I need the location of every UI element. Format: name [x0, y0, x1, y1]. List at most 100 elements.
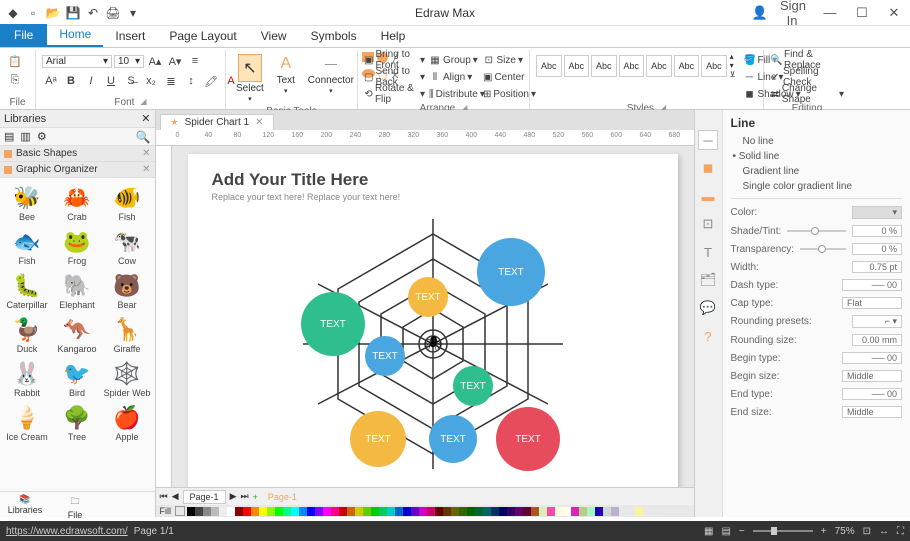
zoom-in-icon[interactable]: + [821, 526, 827, 537]
color-swatch[interactable] [539, 507, 547, 516]
color-swatch[interactable] [363, 507, 371, 516]
shape-elephant[interactable]: 🐘Elephant [52, 270, 102, 314]
lib-list-icon[interactable]: ▤ [4, 130, 14, 143]
font-style-icon[interactable]: Aᵃ [42, 72, 60, 90]
round-size-value[interactable]: 0.00 mm [852, 334, 902, 346]
color-swatch[interactable] [523, 507, 531, 516]
color-swatch[interactable] [195, 507, 203, 516]
page-nav-prev-icon[interactable]: ◀ [172, 491, 179, 502]
center-btn[interactable]: ▣Center [483, 69, 523, 85]
font-size-select[interactable]: 10▾ [114, 55, 144, 68]
color-swatch[interactable] [331, 507, 339, 516]
tab-page-layout[interactable]: Page Layout [157, 26, 248, 47]
rtab-shadow-icon[interactable]: ▬ [698, 186, 718, 206]
bold-icon[interactable]: B [62, 72, 80, 90]
maximize-icon[interactable]: ☐ [850, 5, 874, 21]
color-swatch[interactable] [475, 507, 483, 516]
color-swatch[interactable] [467, 507, 475, 516]
color-swatch[interactable] [435, 507, 443, 516]
style-gallery[interactable]: Abc Abc Abc Abc Abc Abc Abc [536, 55, 727, 77]
shape-bee[interactable]: 🐝Bee [2, 182, 52, 226]
font-dialog-icon[interactable]: ◢ [140, 97, 146, 108]
color-swatch[interactable] [267, 507, 275, 516]
fit-page-icon[interactable]: ⊡ [863, 526, 871, 537]
tab-home[interactable]: Home [47, 24, 103, 47]
color-swatch[interactable] [347, 507, 355, 516]
tab-help[interactable]: Help [369, 26, 418, 47]
color-swatch[interactable] [579, 507, 587, 516]
page-tab-1[interactable]: Page-1 [183, 490, 226, 504]
chart-title[interactable]: Add Your Title Here [212, 170, 654, 190]
begin-size-value[interactable]: Middle [842, 370, 902, 382]
shape-fish[interactable]: 🐠Fish [102, 182, 152, 226]
libraries-close-icon[interactable]: ✕ [141, 112, 150, 125]
color-swatch[interactable] [635, 507, 643, 516]
color-swatch[interactable] [283, 507, 291, 516]
app-icon[interactable]: ◆ [4, 4, 22, 22]
page-new-tab[interactable]: Page-1 [262, 491, 303, 503]
color-swatch[interactable] [587, 507, 595, 516]
color-swatch[interactable] [563, 507, 571, 516]
color-swatch[interactable] [571, 507, 579, 516]
color-swatch[interactable] [323, 507, 331, 516]
color-swatch[interactable] [603, 507, 611, 516]
zoom-out-icon[interactable]: − [739, 526, 745, 537]
color-swatch[interactable] [291, 507, 299, 516]
underline-icon[interactable]: U [102, 72, 120, 90]
italic-icon[interactable]: I [82, 72, 100, 90]
color-swatch[interactable] [611, 507, 619, 516]
zoom-slider[interactable] [753, 530, 813, 532]
color-swatch[interactable] [219, 507, 227, 516]
color-swatch[interactable] [307, 507, 315, 516]
undo-icon[interactable]: ↶ [84, 4, 102, 22]
shape-spider-web[interactable]: 🕸️Spider Web [102, 358, 152, 402]
user-icon[interactable]: 👤 [748, 5, 772, 21]
color-swatch[interactable] [259, 507, 267, 516]
open-icon[interactable]: 📂 [44, 4, 62, 22]
sign-in-link[interactable]: Sign In [780, 0, 804, 28]
color-swatch[interactable] [555, 507, 563, 516]
color-swatch[interactable] [459, 507, 467, 516]
rtab-comment-icon[interactable]: 💬 [698, 298, 718, 318]
shape-bird[interactable]: 🐦Bird [52, 358, 102, 402]
group-btn[interactable]: ▦Group ▾ [429, 52, 479, 68]
color-swatch[interactable] [251, 507, 259, 516]
shape-tree[interactable]: 🌳Tree [52, 402, 102, 446]
page-add-icon[interactable]: + [253, 492, 258, 502]
close-icon[interactable]: ✕ [882, 5, 906, 21]
end-size-value[interactable]: Middle [842, 406, 902, 418]
round-preset[interactable]: ⌐ ▾ [852, 315, 902, 328]
color-swatch[interactable] [411, 507, 419, 516]
view-mode-1-icon[interactable]: ▦ [704, 526, 713, 537]
begin-type-value[interactable]: ── 00 [842, 352, 902, 364]
chart-subtitle[interactable]: Replace your text here! Replace your tex… [212, 192, 654, 202]
lib-category-basic[interactable]: Basic Shapes✕ [0, 146, 155, 162]
subscript-icon[interactable]: x₂ [142, 72, 160, 90]
doc-close-icon[interactable]: ✕ [255, 117, 263, 128]
align-set-icon[interactable]: ≡ [186, 52, 204, 70]
shape-crab[interactable]: 🦀Crab [52, 182, 102, 226]
page-nav-first-icon[interactable]: ⏮ [160, 491, 168, 502]
color-swatch[interactable] [451, 507, 459, 516]
connector-tool[interactable]: ⏤Connector▾ [304, 52, 358, 97]
size-btn[interactable]: ⊡Size ▾ [483, 52, 523, 68]
shape-kangaroo[interactable]: 🦘Kangaroo [52, 314, 102, 358]
lib-footer-recovery[interactable]: 🗀File Recovery [50, 492, 100, 517]
color-swatch[interactable] [531, 507, 539, 516]
text-tool[interactable]: AText▾ [272, 52, 300, 97]
shape-apple[interactable]: 🍎Apple [102, 402, 152, 446]
spider-chart[interactable]: TEXT TEXT TEXT TEXT TEXT TEXT TEXT TEXT … [273, 204, 593, 484]
print-icon[interactable]: 🖨 [104, 4, 122, 22]
shade-value[interactable]: 0 % [852, 225, 902, 237]
page-nav-last-icon[interactable]: ⏭ [240, 491, 248, 502]
lib-gear-icon[interactable]: ⚙ [37, 130, 47, 143]
rtab-help-icon[interactable]: ? [698, 326, 718, 346]
new-icon[interactable]: ▫ [24, 4, 42, 22]
opt-single-gradient[interactable]: Single color gradient line [731, 179, 903, 194]
opt-no-line[interactable]: No line [731, 134, 903, 149]
page-nav-next-icon[interactable]: ▶ [230, 491, 237, 502]
align-btn[interactable]: ⫴Align ▾ [429, 69, 479, 85]
opt-gradient-line[interactable]: Gradient line [731, 164, 903, 179]
color-swatch[interactable] [211, 507, 219, 516]
opt-solid-line[interactable]: Solid line [731, 149, 903, 164]
